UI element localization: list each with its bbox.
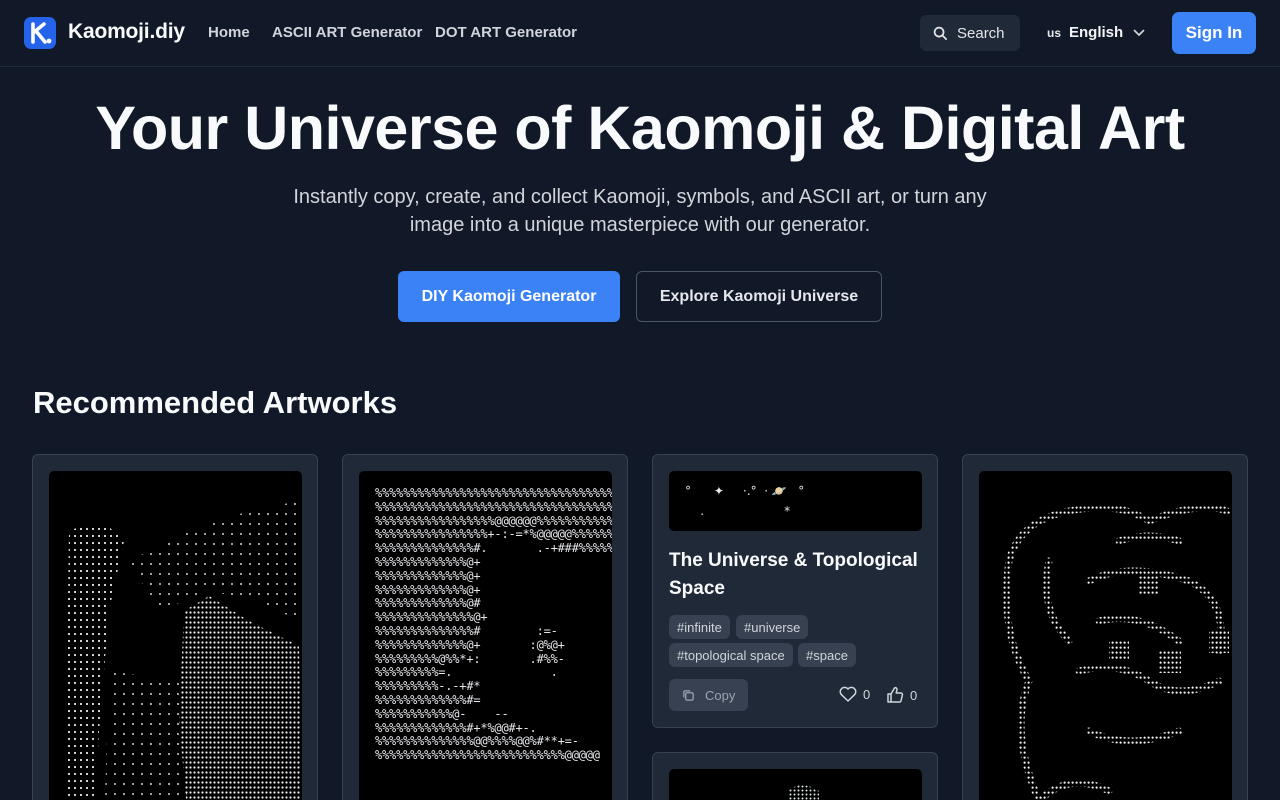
copy-button[interactable]: Copy <box>669 679 748 711</box>
artwork-card[interactable] <box>652 752 938 800</box>
artwork-image[interactable] <box>49 471 302 800</box>
tag-topological-space[interactable]: #topological space <box>669 643 793 667</box>
artwork-card[interactable]: %%%%%%%%%%%%%%%%%%%%%%%%%%%%%%%%%%%% %%%… <box>342 454 628 800</box>
hero-subtitle: Instantly copy, create, and collect Kaom… <box>293 186 987 236</box>
artwork-image[interactable] <box>979 471 1232 800</box>
artwork-preview[interactable]: ° ✦ ·.° · 🪐 ° . * <box>669 471 922 531</box>
search-label: Search <box>957 24 1005 42</box>
explore-kaomoji-universe-button[interactable]: Explore Kaomoji Universe <box>636 271 882 322</box>
copy-label: Copy <box>705 687 736 703</box>
artwork-card[interactable] <box>962 454 1248 800</box>
tag-infinite[interactable]: #infinite <box>669 615 730 639</box>
thumbs-up-count: 0 <box>910 687 918 703</box>
dot-art-image <box>1003 504 1231 800</box>
sign-in-button[interactable]: Sign In <box>1172 12 1256 54</box>
search-button[interactable]: Search <box>920 15 1020 51</box>
heart-icon <box>839 686 857 702</box>
artwork-image[interactable]: %%%%%%%%%%%%%%%%%%%%%%%%%%%%%%%%%%%% %%%… <box>359 471 612 800</box>
dot-art-image <box>787 785 819 800</box>
tag-universe[interactable]: #universe <box>736 615 809 639</box>
nav-ascii-art-generator[interactable]: ASCII ART Generator <box>272 24 422 41</box>
artwork-title[interactable]: The Universe & Topological Space <box>669 547 929 603</box>
thumbs-up-icon <box>887 686 904 703</box>
brand-name[interactable]: Kaomoji.diy <box>68 20 185 44</box>
search-icon <box>933 26 947 40</box>
like-count: 0 <box>863 686 871 702</box>
thumbs-up-button[interactable]: 0 <box>886 686 917 704</box>
chevron-down-icon <box>1133 29 1145 36</box>
like-button[interactable]: 0 <box>839 686 870 702</box>
language-selector[interactable]: us English <box>1047 24 1145 41</box>
dot-art-image <box>64 501 302 800</box>
artwork-image[interactable] <box>669 769 922 800</box>
hero-title: Your Universe of Kaomoji & Digital Art <box>95 94 1185 162</box>
nav-home[interactable]: Home <box>208 24 250 41</box>
site-header: Kaomoji.diy Home ASCII ART Generator DOT… <box>0 0 1280 67</box>
us-flag-icon: us <box>1047 25 1062 40</box>
copy-icon <box>683 689 694 701</box>
language-label: English <box>1069 24 1124 41</box>
artwork-card[interactable]: ° ✦ ·.° · 🪐 ° . * The Universe & Topolog… <box>652 454 938 728</box>
nav-dot-art-generator[interactable]: DOT ART Generator <box>435 24 577 41</box>
tag-space[interactable]: #space <box>798 643 856 667</box>
logo-icon[interactable] <box>24 17 56 49</box>
recommended-artworks-title: Recommended Artworks <box>33 385 398 420</box>
ascii-art-preview: %%%%%%%%%%%%%%%%%%%%%%%%%%%%%%%%%%%% %%%… <box>375 486 612 763</box>
artwork-card[interactable] <box>32 454 318 800</box>
diy-kaomoji-generator-button[interactable]: DIY Kaomoji Generator <box>398 271 620 322</box>
